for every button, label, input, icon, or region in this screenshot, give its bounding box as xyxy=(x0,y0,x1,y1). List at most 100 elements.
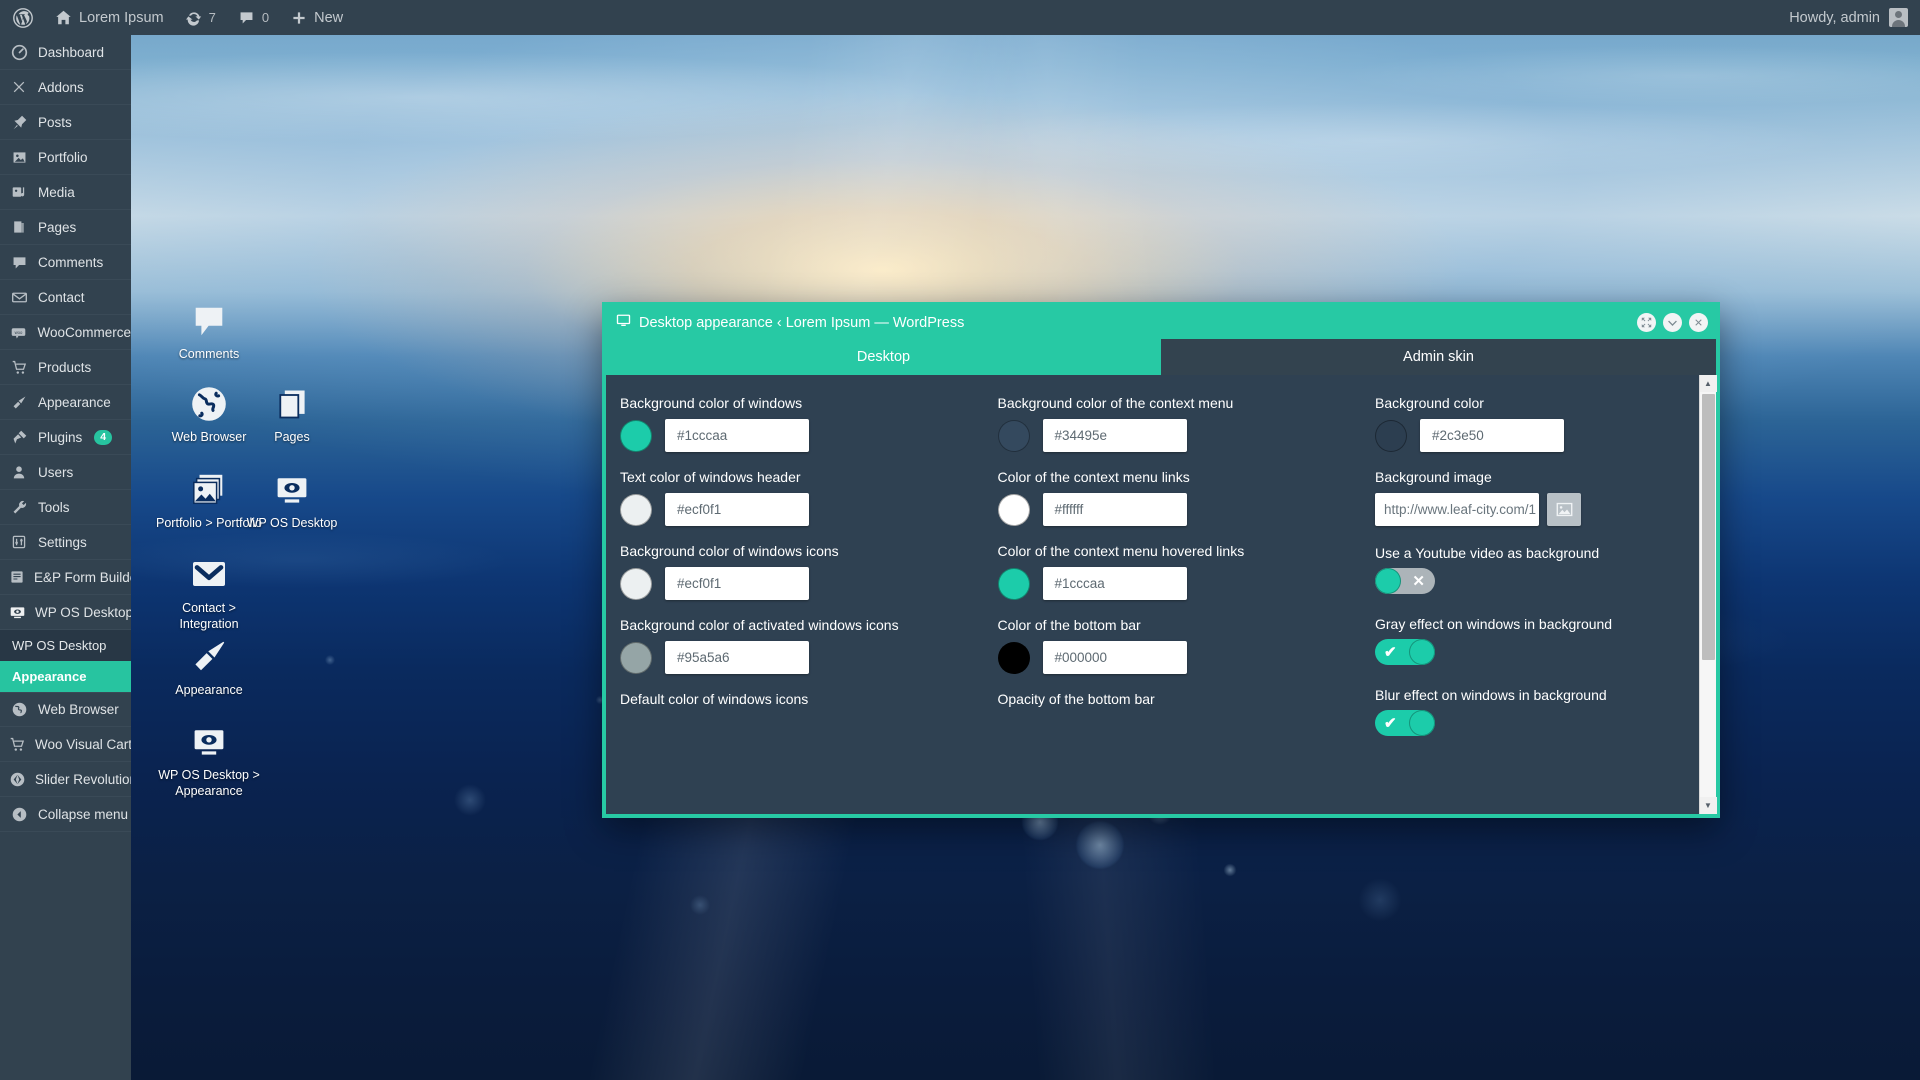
triangle-up-icon[interactable]: ▲ xyxy=(1699,375,1717,392)
sidebar-item-plugins[interactable]: Plugins 4 xyxy=(0,420,131,455)
new-content-button[interactable]: New xyxy=(280,0,354,35)
sidebar-item-products[interactable]: Products xyxy=(0,350,131,385)
sidebar-item-pages[interactable]: Pages xyxy=(0,210,131,245)
color-swatch[interactable] xyxy=(620,641,652,674)
sidebar-item-collapse-menu[interactable]: Collapse menu xyxy=(0,797,131,832)
toggle-knob xyxy=(1409,710,1435,736)
field-color-context-menu-hovered-links[interactable]: #1cccaa xyxy=(997,567,1362,600)
color-hex-input[interactable]: #ecf0f1 xyxy=(665,493,809,526)
image-picker-icon[interactable] xyxy=(1547,493,1581,526)
sidebar-item-contact[interactable]: Contact xyxy=(0,280,131,315)
color-swatch[interactable] xyxy=(620,493,652,526)
sidebar-subitem-appearance[interactable]: Appearance xyxy=(0,661,131,692)
sidebar-item-web-browser[interactable]: Web Browser xyxy=(0,692,131,727)
color-hex-input[interactable]: #34495e xyxy=(1042,419,1187,452)
color-hex-input[interactable]: #1cccaa xyxy=(1042,567,1187,600)
color-swatch[interactable] xyxy=(997,641,1030,674)
monitor-eye-icon xyxy=(271,469,313,511)
sidebar-item-settings[interactable]: Settings xyxy=(0,525,131,560)
chevron-down-icon[interactable] xyxy=(1663,313,1682,332)
sidebar-item-woocommerce[interactable]: woo WooCommerce xyxy=(0,315,131,350)
color-hex-input[interactable]: #95a5a6 xyxy=(665,641,809,674)
desktop-icon-wp-os-desktop-appearance[interactable]: WP OS Desktop > Appearance xyxy=(153,721,265,799)
color-swatch[interactable] xyxy=(997,493,1030,526)
sidebar-item-ep-form-builder[interactable]: E&P Form Builder xyxy=(0,560,131,595)
toggle-label-youtube-background: Use a Youtube video as background xyxy=(1375,545,1600,561)
window-vertical-scrollbar[interactable]: ▲ ▼ xyxy=(1699,375,1717,814)
close-icon[interactable] xyxy=(1689,313,1708,332)
background-image-input[interactable]: http://www.leaf-city.com/1 xyxy=(1375,493,1539,526)
avatar xyxy=(1889,8,1908,27)
window-title-bar[interactable]: Desktop appearance ‹ Lorem Ipsum — WordP… xyxy=(606,306,1716,339)
color-hex-input[interactable]: #ffffff xyxy=(1042,493,1187,526)
field-bg-color-of-windows[interactable]: #1cccaa xyxy=(620,419,984,452)
desktop-icon-wp-os-desktop[interactable]: WP OS Desktop xyxy=(236,469,348,532)
field-color-context-menu-links[interactable]: #ffffff xyxy=(997,493,1362,526)
color-swatch[interactable] xyxy=(997,419,1030,452)
sidebar-item-users[interactable]: Users xyxy=(0,455,131,490)
tab-label: Admin skin xyxy=(1403,349,1474,365)
gallery-icon xyxy=(188,469,230,511)
sidebar-item-slider-revolution[interactable]: Slider Revolution xyxy=(0,762,131,797)
comment-bubble-icon xyxy=(238,9,255,26)
tab-desktop[interactable]: Desktop xyxy=(606,339,1161,375)
desktop-icon-appearance[interactable]: Appearance xyxy=(153,636,265,699)
sidebar-item-tools[interactable]: Tools xyxy=(0,490,131,525)
toggle-youtube-background[interactable]: ✕ xyxy=(1375,568,1435,594)
color-hex-input[interactable]: #000000 xyxy=(1042,641,1187,674)
field-color-bottom-bar[interactable]: #000000 xyxy=(997,641,1362,674)
field-background-color[interactable]: #2c3e50 xyxy=(1375,419,1673,452)
form-icon xyxy=(9,569,25,585)
field-text-color-windows-header[interactable]: #ecf0f1 xyxy=(620,493,984,526)
wordpress-logo-button[interactable] xyxy=(0,0,44,35)
envelope-icon xyxy=(9,289,29,306)
sidebar-label: Pages xyxy=(38,219,77,235)
sidebar-item-wp-os-desktop[interactable]: WP OS Desktop xyxy=(0,595,131,630)
sidebar-item-woo-visual-cart[interactable]: Woo Visual Cart xyxy=(0,727,131,762)
sidebar-item-portfolio[interactable]: Portfolio xyxy=(0,140,131,175)
desktop-icon-contact-integration[interactable]: Contact > Integration xyxy=(153,554,265,632)
sidebar-item-comments[interactable]: Comments xyxy=(0,245,131,280)
color-swatch[interactable] xyxy=(620,567,652,600)
scrollbar-thumb[interactable] xyxy=(1702,394,1715,660)
sidebar-item-addons[interactable]: Addons xyxy=(0,70,131,105)
toggle-gray-effect[interactable]: ✔ xyxy=(1375,639,1435,665)
color-swatch[interactable] xyxy=(1375,419,1407,452)
field-label-default-color-windows-icons: Default color of windows icons xyxy=(620,691,809,707)
window-tabs[interactable]: Desktop Admin skin xyxy=(606,339,1716,375)
fullscreen-icon[interactable] xyxy=(1637,313,1656,332)
tab-admin-skin[interactable]: Admin skin xyxy=(1161,339,1716,375)
toggle-blur-effect[interactable]: ✔ xyxy=(1375,710,1435,736)
sidebar-label: Products xyxy=(38,359,92,375)
sidebar-item-appearance[interactable]: Appearance xyxy=(0,385,131,420)
admin-sidebar-menu[interactable]: Dashboard Addons Posts Portfolio Media P… xyxy=(0,35,131,1080)
sidebar-subitem-wp-os-desktop[interactable]: WP OS Desktop xyxy=(0,630,131,661)
plus-icon xyxy=(291,10,307,26)
site-name-button[interactable]: Lorem Ipsum xyxy=(44,0,175,35)
color-swatch[interactable] xyxy=(620,419,652,452)
envelope-icon xyxy=(188,554,230,596)
field-bg-color-windows-icons[interactable]: #ecf0f1 xyxy=(620,567,984,600)
sidebar-item-posts[interactable]: Posts xyxy=(0,105,131,140)
desktop-appearance-window[interactable]: Desktop appearance ‹ Lorem Ipsum — WordP… xyxy=(602,302,1720,818)
settings-form: Background color of windows #1cccaa Text… xyxy=(606,375,1699,814)
collapse-arrow-icon xyxy=(9,806,29,823)
sidebar-item-media[interactable]: Media xyxy=(0,175,131,210)
cart-icon xyxy=(9,736,26,753)
comments-button[interactable]: 0 xyxy=(227,0,280,35)
sidebar-item-dashboard[interactable]: Dashboard xyxy=(0,35,131,70)
field-background-image[interactable]: http://www.leaf-city.com/1 xyxy=(1375,493,1673,526)
field-bg-color-context-menu[interactable]: #34495e xyxy=(997,419,1362,452)
color-swatch[interactable] xyxy=(997,567,1030,600)
field-label: Color of the context menu hovered links xyxy=(997,543,1245,559)
desktop-icon-pages[interactable]: Pages xyxy=(236,383,348,446)
field-label: Background color xyxy=(1375,395,1484,411)
color-hex-input[interactable]: #ecf0f1 xyxy=(665,567,809,600)
triangle-down-icon[interactable]: ▼ xyxy=(1699,797,1717,814)
color-hex-input[interactable]: #1cccaa xyxy=(665,419,809,452)
updates-button[interactable]: 7 xyxy=(175,0,227,35)
color-hex-input[interactable]: #2c3e50 xyxy=(1420,419,1564,452)
field-bg-color-activated-windows-icons[interactable]: #95a5a6 xyxy=(620,641,984,674)
desktop-icon-comments[interactable]: Comments xyxy=(153,300,265,363)
account-menu[interactable]: Howdy, admin xyxy=(1789,8,1920,27)
